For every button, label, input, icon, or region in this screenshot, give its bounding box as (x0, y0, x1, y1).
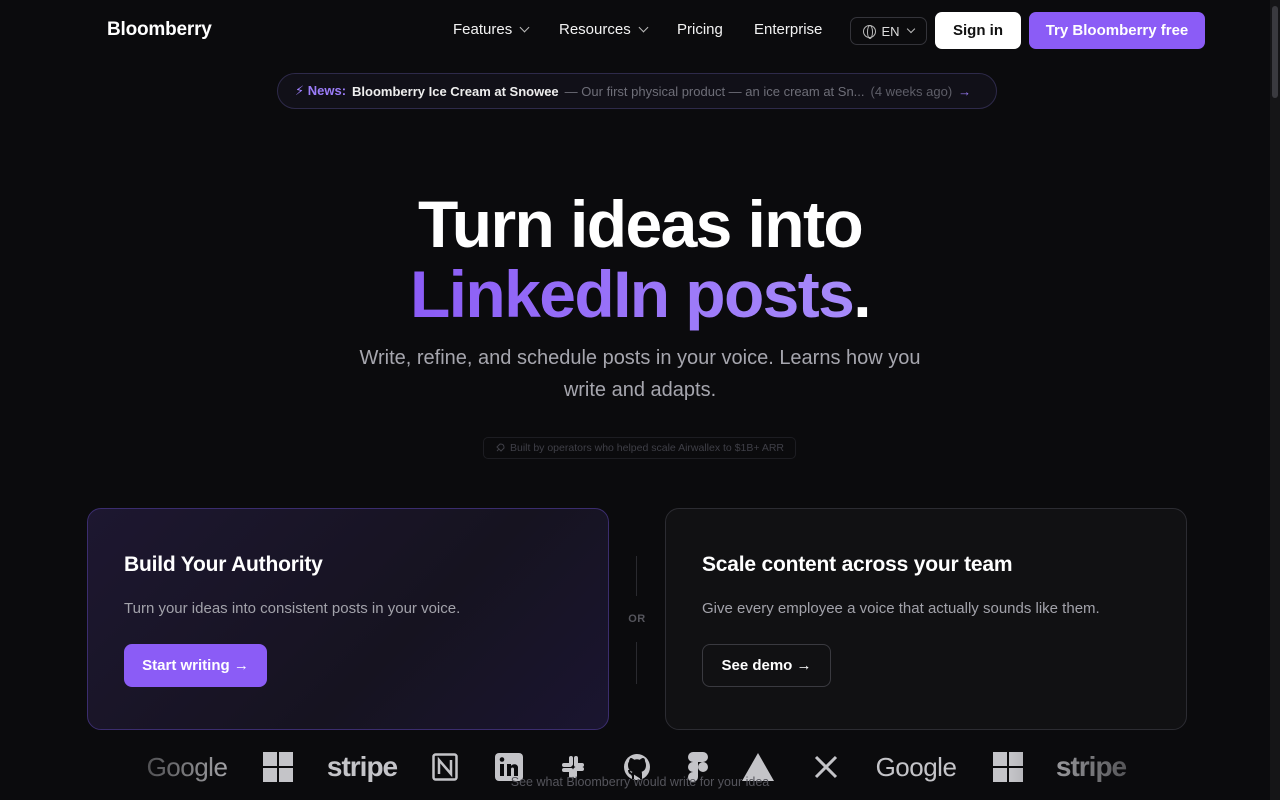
news-title: Bloomberry Ice Cream at Snowee (352, 83, 559, 99)
divider-top (636, 556, 637, 596)
team-card-title: Scale content across your team (702, 553, 1013, 576)
chevron-down-icon (519, 22, 530, 33)
nav-resources-label: Resources (559, 21, 631, 38)
nav-features-label: Features (453, 21, 513, 38)
top-nav: Bloomberry Features Resources Pricing En… (0, 0, 1280, 62)
news-description: — Our first physical product — an ice cr… (564, 83, 865, 99)
see-demo-button[interactable]: See demo → (702, 644, 831, 687)
chevron-down-icon (638, 22, 649, 33)
authority-card: Build Your Authority Turn your ideas int… (87, 508, 609, 730)
nav-pricing[interactable]: Pricing (677, 21, 723, 38)
logo-fade-right (1010, 740, 1270, 800)
scrollbar[interactable] (1270, 0, 1280, 800)
globe-icon (863, 24, 877, 39)
arrow-right-icon: → (958, 83, 972, 99)
chevron-down-icon (906, 24, 915, 34)
team-card: Scale content across your team Give ever… (665, 508, 1187, 730)
logo[interactable]: Bloomberry (107, 19, 212, 41)
authority-card-title: Build Your Authority (124, 553, 323, 576)
divider-bottom (636, 642, 637, 684)
hero-highlight: LinkedIn posts (409, 257, 855, 331)
news-time: (4 weeks ago) (870, 83, 953, 99)
rocket-icon (496, 443, 505, 452)
built-by-badge: Built by operators who helped scale Airw… (483, 437, 796, 459)
authority-card-description: Turn your ideas into consistent posts in… (124, 600, 461, 617)
hero-title-line2: LinkedIn posts. (0, 256, 1280, 332)
start-writing-button[interactable]: Start writing → (124, 644, 267, 687)
sign-in-button[interactable]: Sign in (935, 12, 1021, 49)
news-banner[interactable]: ⚡ News: Bloomberry Ice Cream at Snowee —… (277, 73, 997, 109)
news-tag: ⚡ News: (295, 83, 347, 98)
language-label: EN (881, 23, 900, 39)
logo-fade-left (0, 740, 260, 800)
built-by-text: Built by operators who helped scale Airw… (509, 442, 785, 454)
nav-resources[interactable]: Resources (559, 21, 649, 38)
scrollbar-thumb[interactable] (1272, 6, 1278, 98)
nav-enterprise[interactable]: Enterprise (754, 21, 822, 38)
try-free-button[interactable]: Try Bloomberry free (1029, 12, 1205, 49)
or-label: OR (628, 613, 646, 625)
see-what-hint[interactable]: See what Bloomberry would write for your… (0, 775, 1280, 789)
team-card-description: Give every employee a voice that actuall… (702, 600, 1100, 617)
language-selector[interactable]: EN (850, 17, 927, 45)
hero-period: . (853, 257, 871, 331)
hero-title-line1: Turn ideas into (417, 187, 864, 261)
nav-features[interactable]: Features (453, 21, 530, 38)
hero-subtitle: Write, refine, and schedule posts in you… (359, 347, 921, 401)
